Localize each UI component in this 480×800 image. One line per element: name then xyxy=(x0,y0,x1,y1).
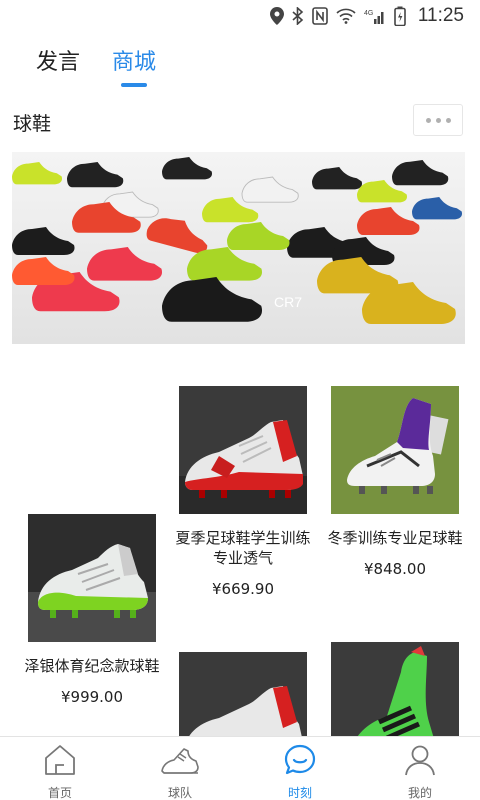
banner-image[interactable]: CR7 xyxy=(12,152,465,344)
shoe-icon xyxy=(160,743,200,781)
tab-mall[interactable]: 商城 xyxy=(112,44,156,76)
product-price: ¥999.00 xyxy=(60,688,124,706)
bottom-nav: 首页 球队 时刻 我的 xyxy=(0,736,480,800)
product-card[interactable]: 冬季训练专业足球鞋 ¥848.00 xyxy=(327,386,463,578)
more-dot-icon xyxy=(425,117,431,123)
top-tabs: 发言 商城 xyxy=(0,40,480,88)
status-bar: 4G 11:25 xyxy=(0,0,480,32)
product-image[interactable] xyxy=(179,386,307,514)
product-price: ¥669.90 xyxy=(211,580,275,598)
svg-text:4G: 4G xyxy=(364,10,373,17)
battery-icon xyxy=(394,6,406,26)
nav-mine-label: 我的 xyxy=(407,786,432,800)
signal-icon: 4G xyxy=(364,8,386,24)
svg-text:CR7: CR7 xyxy=(274,294,302,310)
more-dot-icon xyxy=(445,117,451,123)
wifi-icon xyxy=(336,8,356,24)
product-image[interactable] xyxy=(28,514,156,642)
product-name[interactable]: 冬季训练专业足球鞋 xyxy=(325,528,465,548)
bluetooth-icon xyxy=(292,7,304,25)
tab-speak[interactable]: 发言 xyxy=(36,44,80,76)
location-icon xyxy=(269,7,284,25)
nav-team[interactable]: 球队 xyxy=(120,737,240,800)
nav-home[interactable]: 首页 xyxy=(0,737,120,800)
product-image[interactable] xyxy=(331,386,459,514)
status-time: 11:25 xyxy=(417,5,464,26)
active-tab-indicator xyxy=(121,83,147,87)
product-name[interactable]: 夏季足球鞋学生训练专业透气 xyxy=(173,528,313,568)
product-card[interactable]: 夏季足球鞋学生训练专业透气 ¥669.90 xyxy=(175,386,311,598)
nav-moments[interactable]: 时刻 xyxy=(240,737,360,800)
home-icon xyxy=(43,743,77,781)
nav-mine[interactable]: 我的 xyxy=(360,737,480,800)
nfc-icon xyxy=(312,7,328,25)
section-title: 球鞋 xyxy=(13,113,52,135)
product-price: ¥848.00 xyxy=(363,560,427,578)
more-dot-icon xyxy=(435,117,441,123)
nav-team-label: 球队 xyxy=(167,786,192,800)
chat-icon xyxy=(283,743,317,781)
nav-moments-label: 时刻 xyxy=(287,786,312,800)
nav-home-label: 首页 xyxy=(47,786,72,800)
product-card[interactable]: 泽银体育纪念款球鞋 ¥999.00 xyxy=(24,514,160,706)
user-icon xyxy=(403,743,437,781)
more-button[interactable] xyxy=(413,104,463,136)
product-name[interactable]: 泽银体育纪念款球鞋 xyxy=(22,656,162,676)
